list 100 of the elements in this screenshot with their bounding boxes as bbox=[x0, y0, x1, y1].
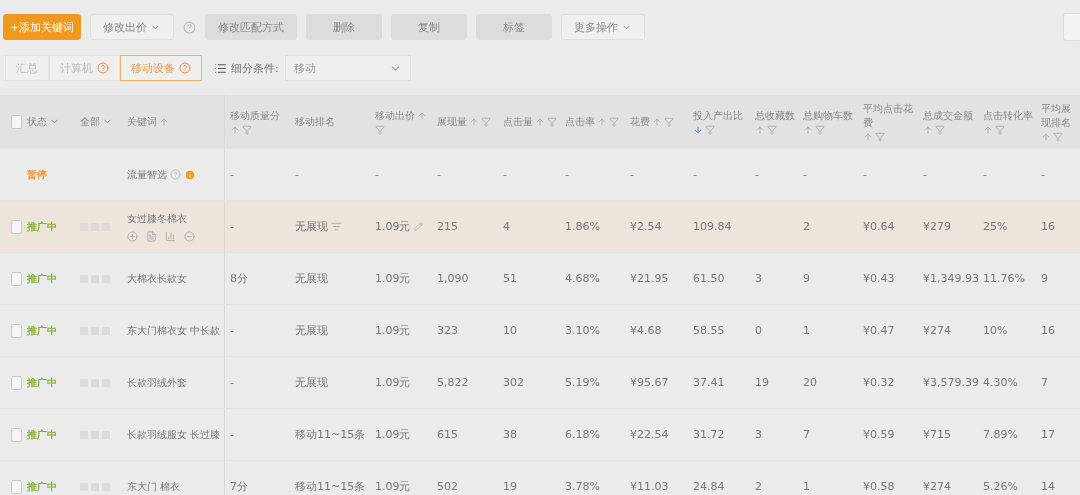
column-header[interactable]: 移动出价 bbox=[375, 108, 415, 123]
table-row[interactable]: 推广中 长款羽绒外套 - 无展现 1.09元 5,822 302 5.19% ¥95.67 37.41 19 20 ¥0.32 ¥3,579.39 4.30% 7 bbox=[0, 357, 1080, 409]
dropdown-button[interactable]: 修改出价 bbox=[90, 14, 175, 40]
table-cell: 5.19% bbox=[565, 376, 600, 389]
filter-icon[interactable] bbox=[705, 124, 715, 135]
table-row[interactable]: 推广中 大棉衣长款女 8分 无展现 1.09元 1,090 51 4.68% ¥21.95 61.50 3 9 ¥0.43 ¥1,349.93 11.76% 9 bbox=[0, 253, 1080, 305]
table-cell: 1 bbox=[803, 324, 810, 337]
column-header[interactable]: 投入产出比 bbox=[693, 108, 743, 123]
table-cell: 5.26% bbox=[983, 480, 1018, 493]
filter-icon[interactable] bbox=[815, 124, 825, 135]
row-checkbox[interactable] bbox=[11, 323, 22, 338]
filter-icon[interactable] bbox=[1053, 131, 1063, 142]
dropdown-button[interactable]: 更多操作 bbox=[561, 14, 646, 40]
filter-icon[interactable] bbox=[547, 116, 557, 127]
sort-arrow-icon[interactable] bbox=[597, 116, 607, 127]
table-cell: 无展现 bbox=[295, 271, 328, 286]
row-checkbox[interactable] bbox=[11, 219, 22, 234]
rank-list-icon[interactable] bbox=[331, 221, 342, 232]
table-cell: 302 bbox=[503, 376, 524, 389]
help-icon[interactable] bbox=[183, 20, 197, 34]
sort-arrow-icon[interactable] bbox=[417, 110, 427, 121]
table-cell: 7 bbox=[1041, 376, 1048, 389]
table-cell: 215 bbox=[437, 220, 458, 233]
sort-arrow-icon[interactable] bbox=[983, 124, 993, 135]
sort-arrow-icon[interactable] bbox=[535, 116, 545, 127]
sort-arrow-icon[interactable] bbox=[159, 116, 169, 127]
filter-icon[interactable] bbox=[481, 116, 491, 127]
toolbar-button[interactable]: 修改匹配方式 bbox=[205, 14, 298, 40]
select-all-checkbox[interactable] bbox=[11, 114, 22, 129]
table-row[interactable]: 推广中 东大门棉衣女 中长款 - 无展现 1.09元 323 10 3.10% ¥4.68 58.55 0 1 ¥0.47 ¥274 10% 16 bbox=[0, 305, 1080, 357]
table-cell: ¥3,579.39 bbox=[923, 376, 979, 389]
column-header[interactable]: 移动质量分 bbox=[230, 108, 280, 123]
bar-chart-icon[interactable] bbox=[165, 230, 176, 242]
filter-icon[interactable] bbox=[767, 124, 777, 135]
filter-icon[interactable] bbox=[875, 131, 885, 142]
sort-arrow-icon[interactable] bbox=[652, 116, 662, 127]
filter-icon[interactable] bbox=[935, 124, 945, 135]
table-row[interactable]: 推广中 女过膝冬棉衣 - 无展现 1.09元 215 4 1.86% ¥2.54 109.84 2 ¥0.64 ¥279 25% 16 bbox=[0, 201, 1080, 253]
column-header[interactable]: 点击转化率 bbox=[983, 108, 1033, 123]
filter-icon[interactable] bbox=[664, 116, 674, 127]
column-header[interactable]: 状态 bbox=[27, 114, 47, 129]
row-checkbox[interactable] bbox=[11, 375, 22, 390]
toolbar-button[interactable]: 复制 bbox=[391, 14, 468, 40]
row-checkbox[interactable] bbox=[11, 479, 22, 494]
table-cell: - bbox=[755, 168, 759, 181]
sort-arrow-icon[interactable] bbox=[693, 124, 703, 135]
table-cell: 3.10% bbox=[565, 324, 600, 337]
sort-arrow-icon[interactable] bbox=[1041, 131, 1051, 142]
add-keyword-button[interactable]: +添加关键词 bbox=[3, 14, 82, 40]
column-header[interactable]: 关键词 bbox=[127, 114, 157, 129]
add-icon[interactable] bbox=[127, 230, 138, 242]
table-cell: 16 bbox=[1041, 220, 1055, 233]
sort-arrow-icon[interactable] bbox=[469, 116, 479, 127]
column-header[interactable]: 总购物车数 bbox=[803, 108, 853, 123]
filter-icon[interactable] bbox=[242, 124, 252, 135]
table-cell: 3.78% bbox=[565, 480, 600, 493]
column-header[interactable]: 平均展现排名 bbox=[1041, 101, 1080, 130]
help-icon[interactable] bbox=[170, 169, 181, 180]
toolbar-button[interactable]: 删除 bbox=[306, 14, 383, 40]
column-header[interactable]: 花费 bbox=[630, 114, 650, 129]
table-cell: 无展现 bbox=[295, 323, 328, 338]
column-header[interactable]: 全部 bbox=[80, 114, 100, 129]
status-text: 推广中 bbox=[27, 479, 57, 494]
table-cell: 19 bbox=[755, 376, 769, 389]
column-header[interactable]: 总成交金额 bbox=[923, 108, 973, 123]
info-icon[interactable] bbox=[184, 168, 196, 181]
filter-icon[interactable] bbox=[375, 124, 385, 135]
sort-arrow-icon[interactable] bbox=[863, 131, 873, 142]
table-row[interactable]: 暂停 流量智选 - - - - - - - - - - - - - - bbox=[0, 149, 1080, 201]
column-header[interactable]: 总收藏数 bbox=[755, 108, 795, 123]
table-cell: ¥0.47 bbox=[863, 324, 895, 337]
edit-icon[interactable] bbox=[413, 222, 423, 231]
row-checkbox[interactable] bbox=[11, 427, 22, 442]
table-row[interactable]: 推广中 长款羽绒服女 长过膝 - 移动11~15条 1.09元 615 38 6.18% ¥22.54 31.72 3 7 ¥0.59 ¥715 7.89% 17 bbox=[0, 409, 1080, 461]
table-cell: - bbox=[230, 168, 234, 181]
column-header[interactable]: 移动排名 bbox=[295, 114, 335, 129]
sort-arrow-icon[interactable] bbox=[923, 124, 933, 135]
table-cell: ¥0.59 bbox=[863, 428, 895, 441]
column-header[interactable]: 展现量 bbox=[437, 114, 467, 129]
segment-select[interactable]: 移动 bbox=[284, 55, 411, 81]
table-cell: 6.18% bbox=[565, 428, 600, 441]
filter-icon[interactable] bbox=[609, 116, 619, 127]
document-icon[interactable] bbox=[146, 230, 157, 242]
device-tab[interactable]: 移动设备 bbox=[120, 55, 202, 81]
sort-arrow-icon[interactable] bbox=[755, 124, 765, 135]
column-header[interactable]: 平均点击花费 bbox=[863, 101, 918, 130]
column-header[interactable]: 点击量 bbox=[503, 114, 533, 129]
table-cell: 8分 bbox=[230, 271, 248, 286]
sort-arrow-icon[interactable] bbox=[803, 124, 813, 135]
sort-arrow-icon[interactable] bbox=[230, 124, 240, 135]
table-cell: 1.09元 bbox=[375, 323, 411, 338]
table-cell: 25% bbox=[983, 220, 1008, 233]
column-header[interactable]: 点击率 bbox=[565, 114, 595, 129]
filter-icon[interactable] bbox=[995, 124, 1005, 135]
table-cell: - bbox=[503, 168, 507, 181]
table-cell: 移动11~15条 bbox=[295, 427, 366, 442]
toolbar-button[interactable]: 标签 bbox=[476, 14, 553, 40]
minus-icon[interactable] bbox=[184, 230, 195, 242]
row-checkbox[interactable] bbox=[11, 271, 22, 286]
keyword-text: 长款羽绒服女 长过膝 bbox=[127, 427, 221, 442]
